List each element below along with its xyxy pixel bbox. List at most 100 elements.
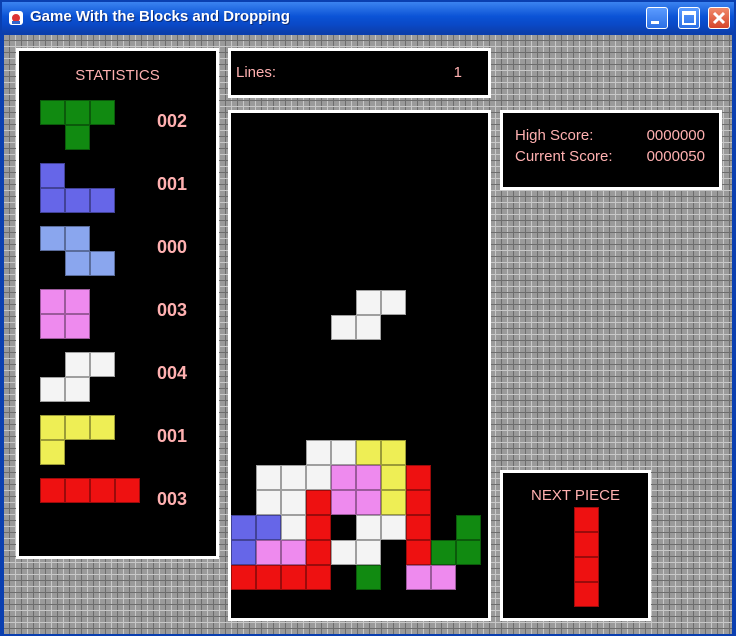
next-piece-block (574, 532, 599, 557)
board-block (356, 515, 381, 540)
stat-piece-block (65, 125, 90, 150)
board-block (331, 540, 356, 565)
stat-piece-block (40, 314, 65, 339)
board-block (281, 565, 306, 590)
board-block (256, 515, 281, 540)
window-title: Game With the Blocks and Dropping (30, 8, 290, 25)
lines-label: Lines: (236, 64, 277, 81)
statistics-panel: STATISTICS 002 001 000 003 004 001 003 (16, 48, 219, 559)
minimize-button[interactable] (646, 7, 668, 29)
current-score-label: Current Score: (515, 148, 613, 165)
stat-piece-block (65, 188, 90, 213)
game-window: Game With the Blocks and Dropping STATIS… (0, 0, 736, 636)
stat-piece-block (65, 352, 90, 377)
current-score-value: 0000050 (646, 148, 705, 165)
board-block (356, 440, 381, 465)
board-block (331, 490, 356, 515)
stat-piece-block (90, 100, 115, 125)
stat-piece-block (65, 100, 90, 125)
score-panel: High Score: 0000000 Current Score: 00000… (500, 110, 722, 190)
board-block (306, 515, 331, 540)
stat-piece-block (65, 478, 90, 503)
statistics-title: STATISTICS (75, 67, 160, 84)
board-block (406, 465, 431, 490)
stat-piece-block (40, 100, 65, 125)
stat-piece-block (90, 251, 115, 276)
stat-piece-block (65, 415, 90, 440)
game-board[interactable] (228, 110, 491, 621)
next-piece-block (574, 557, 599, 582)
stat-piece-block (40, 377, 65, 402)
board-block (356, 490, 381, 515)
piece-count: 001 (157, 174, 188, 194)
board-block (256, 465, 281, 490)
next-piece-title: NEXT PIECE (531, 487, 620, 504)
stat-piece-block (40, 440, 65, 465)
piece-count: 004 (157, 363, 188, 383)
falling-piece-block (356, 290, 381, 315)
piece-count: 003 (157, 489, 188, 509)
close-button[interactable] (708, 7, 730, 29)
board-block (431, 565, 456, 590)
stat-piece-block (90, 352, 115, 377)
board-block (381, 515, 406, 540)
board-block (456, 515, 481, 540)
stat-piece-block (90, 188, 115, 213)
board-block (306, 440, 331, 465)
stat-piece-block (90, 478, 115, 503)
lines-value: 1 (453, 64, 462, 81)
stat-piece-block (65, 251, 90, 276)
board-block (306, 465, 331, 490)
board-block (456, 540, 481, 565)
board-block (406, 565, 431, 590)
board-block (281, 540, 306, 565)
minimize-icon (651, 21, 659, 24)
board-block (256, 565, 281, 590)
piece-count: 001 (157, 426, 188, 446)
board-block (231, 565, 256, 590)
stat-piece-block (90, 415, 115, 440)
board-block (331, 440, 356, 465)
app-icon (9, 11, 23, 25)
board-block (381, 490, 406, 515)
title-bar[interactable]: Game With the Blocks and Dropping (2, 2, 734, 34)
board-block (356, 465, 381, 490)
stat-piece-block (40, 163, 65, 188)
board-block (356, 565, 381, 590)
board-block (281, 465, 306, 490)
stat-piece-block (40, 415, 65, 440)
board-block (256, 490, 281, 515)
stat-piece-block (65, 226, 90, 251)
piece-count: 000 (157, 237, 188, 257)
piece-count: 003 (157, 300, 188, 320)
board-block (256, 540, 281, 565)
stat-piece-block (40, 226, 65, 251)
piece-count: 002 (157, 111, 188, 131)
next-piece-block (574, 507, 599, 532)
board-block (431, 540, 456, 565)
high-score-label: High Score: (515, 127, 594, 144)
lines-panel: Lines: 1 (228, 48, 491, 98)
board-block (281, 490, 306, 515)
stat-piece-block (65, 314, 90, 339)
maximize-icon (682, 11, 696, 25)
maximize-button[interactable] (678, 7, 700, 29)
stat-piece-block (115, 478, 140, 503)
next-piece-block (574, 582, 599, 607)
stat-piece-block (40, 188, 65, 213)
board-block (406, 515, 431, 540)
stat-piece-block (65, 377, 90, 402)
stat-piece-block (40, 289, 65, 314)
falling-piece-block (381, 290, 406, 315)
board-block (281, 515, 306, 540)
board-block (406, 490, 431, 515)
falling-piece-block (356, 315, 381, 340)
falling-piece-block (331, 315, 356, 340)
next-piece-panel: NEXT PIECE (500, 470, 651, 621)
board-block (381, 440, 406, 465)
board-block (331, 465, 356, 490)
board-block (306, 490, 331, 515)
stat-piece-block (40, 478, 65, 503)
board-block (406, 540, 431, 565)
game-area: STATISTICS 002 001 000 003 004 001 003 Lines: … (4, 35, 732, 634)
